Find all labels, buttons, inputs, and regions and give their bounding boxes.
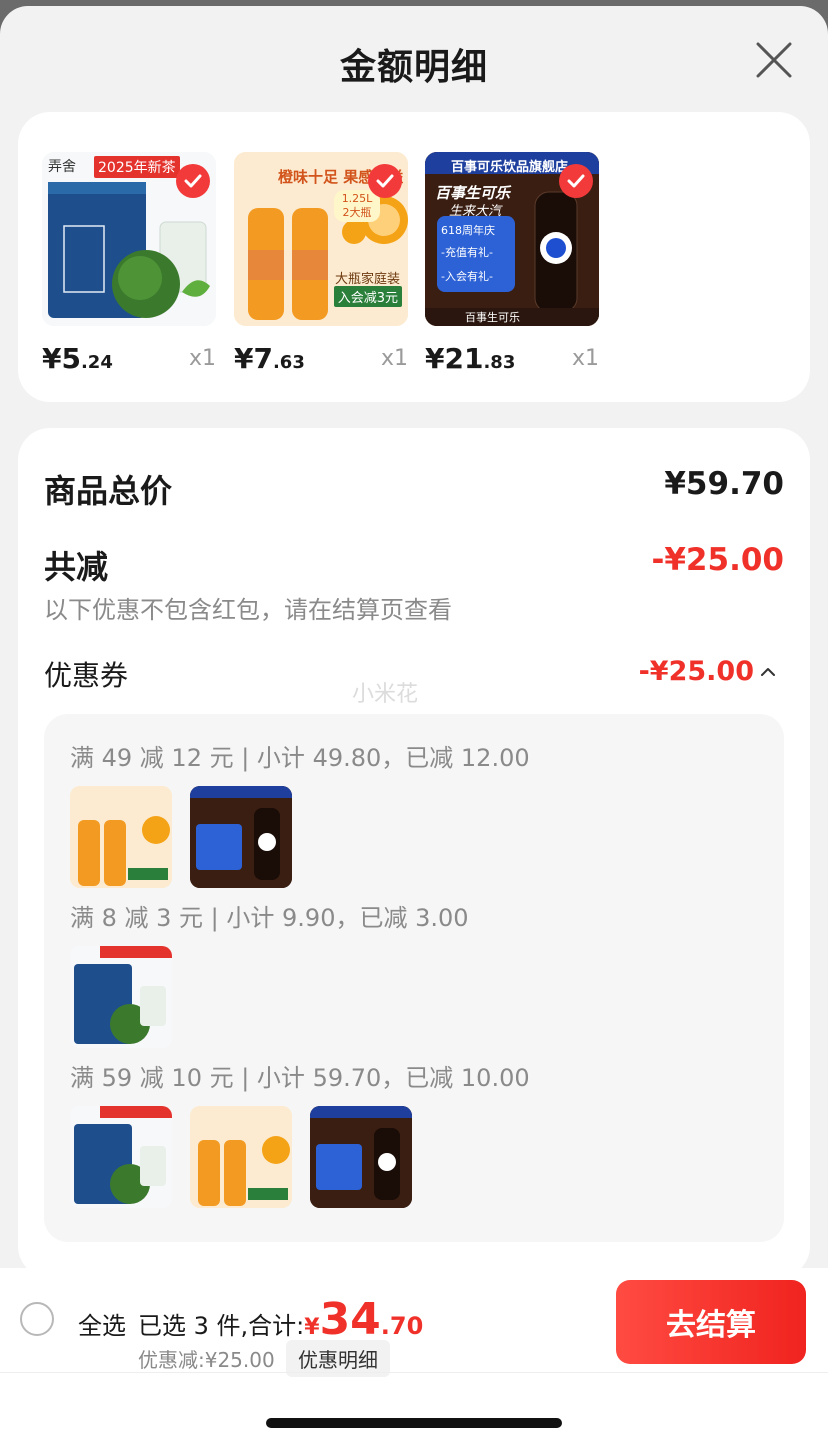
checked-icon[interactable] (559, 164, 593, 198)
price-row: ¥7.63 x1 (234, 342, 408, 382)
product-item-tea[interactable]: 弄舍 2025年新茶 ¥5.24 x1 (42, 152, 216, 382)
coupon-label: 优惠券 (44, 659, 129, 692)
product-image-orange-soda: 橙味十足 果感满溢 1.25L 2大瓶 大瓶家庭装 入会减3元 (234, 152, 408, 326)
amount-detail-sheet: 金额明细 弄舍 2025年新茶 ¥5.24 x1 橙味十足 果感满溢 1.25L… (0, 6, 828, 1441)
total-amount-int: 34 (319, 1294, 381, 1345)
checkout-bar: 全选 已选 3 件,合计: ¥ 34 .70 优惠减:¥25.00 优惠明细 去… (0, 1268, 828, 1441)
reduce-note: 以下优惠不包含红包，请在结算页查看 (44, 596, 452, 624)
cola-footer: 百事生可乐 (465, 311, 520, 324)
divider (0, 1372, 828, 1373)
home-indicator[interactable] (266, 1418, 562, 1428)
selected-count-text: 已选 3 件,合计: (138, 1312, 305, 1340)
checked-icon[interactable] (176, 164, 210, 198)
coupon-group-items (70, 786, 292, 888)
price-detail-card: 商品总价 ¥59.70 共减 -¥25.00 以下优惠不包含红包，请在结算页查看… (18, 428, 810, 1278)
price-row: ¥5.24 x1 (42, 342, 216, 382)
sheet-title: 金额明细 (339, 47, 488, 88)
tea-new-badge: 2025年新茶 (94, 156, 180, 178)
close-icon[interactable] (754, 40, 794, 80)
product-price: ¥21.83 (425, 342, 516, 375)
product-item-cola[interactable]: 百事可乐饮品旗舰店 百事生可乐 生来大汽 618周年庆 -充值有礼- -入会有礼… (425, 152, 599, 382)
mini-orange-soda (70, 786, 172, 888)
total-price-value: ¥59.70 (664, 466, 784, 502)
order-summary: 已选 3 件,合计: ¥ 34 .70 (138, 1298, 423, 1342)
product-image-tea: 弄舍 2025年新茶 (42, 152, 216, 326)
mini-cola (310, 1106, 412, 1208)
price-row: ¥21.83 x1 (425, 342, 599, 382)
select-all-radio[interactable] (20, 1302, 54, 1336)
product-qty: x1 (380, 346, 408, 371)
product-image-cola: 百事可乐饮品旗舰店 百事生可乐 生来大汽 618周年庆 -充值有礼- -入会有礼… (425, 152, 599, 326)
coupon-value: -¥25.00 (638, 656, 754, 687)
coupon-group-title: 满 8 减 3 元 | 小计 9.90，已减 3.00 (70, 904, 469, 932)
orange-tag-family: 大瓶家庭装 (334, 272, 400, 287)
mini-tea (70, 1106, 172, 1208)
cola-sub: 生来大汽 (449, 204, 502, 219)
select-all-label[interactable]: 全选 (78, 1306, 126, 1341)
sheet-header: 金额明细 (0, 6, 828, 112)
cola-promo-618: 618周年庆 (441, 224, 495, 237)
total-reduce-value: -¥25.00 (651, 542, 785, 578)
coupon-group-title: 满 59 减 10 元 | 小计 59.70，已减 10.00 (70, 1064, 530, 1092)
checked-icon[interactable] (368, 164, 402, 198)
cola-promo-member: -入会有礼- (441, 270, 493, 283)
cola-store-banner: 百事可乐饮品旗舰店 (451, 160, 569, 175)
coupon-groups-panel: 满 49 减 12 元 | 小计 49.80，已减 12.00 满 8 减 3 … (44, 714, 784, 1242)
product-price: ¥5.24 (42, 342, 113, 375)
watermark-text: 小米花 (352, 682, 419, 707)
total-reduce-label: 共减 (44, 548, 109, 586)
coupon-group-title: 满 49 减 12 元 | 小计 49.80，已减 12.00 (70, 744, 530, 772)
checkout-button[interactable]: 去结算 (616, 1280, 806, 1364)
coupon-group-items (70, 1106, 412, 1208)
mini-cola (190, 786, 292, 888)
total-amount-dec: .70 (380, 1312, 424, 1340)
product-price: ¥7.63 (234, 342, 305, 375)
chevron-up-icon (761, 667, 775, 676)
coupon-group-items (70, 946, 172, 1048)
mini-orange-soda (190, 1106, 292, 1208)
orange-tag-member: 入会减3元 (333, 286, 402, 307)
product-qty: x1 (571, 346, 599, 371)
product-item-orange-soda[interactable]: 橙味十足 果感满溢 1.25L 2大瓶 大瓶家庭装 入会减3元 ¥7.63 x1 (234, 152, 408, 382)
total-price-label: 商品总价 (44, 472, 173, 510)
orange-size: 1.25L 2大瓶 (334, 190, 380, 222)
discount-text: 优惠减:¥25.00 (138, 1348, 275, 1372)
coupon-toggle[interactable]: -¥25.00 (639, 656, 776, 687)
product-qty: x1 (188, 346, 216, 371)
mini-tea (70, 946, 172, 1048)
selected-products-card: 弄舍 2025年新茶 ¥5.24 x1 橙味十足 果感满溢 1.25L 2大瓶 … (18, 112, 810, 402)
total-yen-sign: ¥ (304, 1315, 320, 1340)
cola-promo-recharge: -充值有礼- (441, 246, 493, 259)
tea-brand: 弄舍 (48, 159, 76, 175)
